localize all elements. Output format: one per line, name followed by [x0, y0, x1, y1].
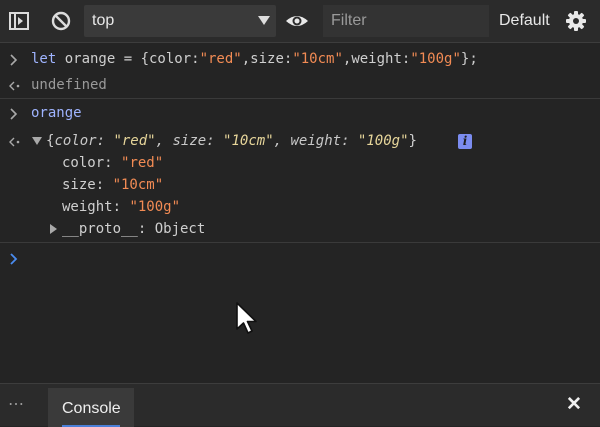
console-result-entry: {color: "red", size: "10cm", weight: "10… — [0, 129, 600, 243]
entry-divider — [0, 242, 600, 243]
tab-label: Console — [62, 400, 121, 417]
active-prompt-icon — [10, 253, 18, 265]
clear-console-icon[interactable] — [48, 8, 74, 34]
drawer-tabbar: ⋯ Console ✕ — [0, 383, 600, 427]
console-result-entry: undefined — [0, 73, 600, 99]
console-toolbar: top Default — [0, 0, 600, 43]
result-value: undefined — [31, 77, 107, 93]
mouse-cursor-icon — [236, 302, 257, 334]
console-input-entry: let orange = {color:"red",size:"10cm",we… — [0, 47, 600, 73]
input-prompt-icon — [10, 54, 18, 66]
chevron-down-icon — [258, 16, 270, 25]
info-icon[interactable]: i — [458, 134, 472, 149]
console-messages[interactable]: let orange = {color:"red",size:"10cm",we… — [0, 43, 600, 383]
filter-input[interactable] — [323, 5, 489, 37]
console-input-entry: orange — [0, 101, 600, 127]
context-selector-value: top — [92, 12, 115, 29]
input-code: let orange = {color:"red",size:"10cm",we… — [31, 51, 478, 67]
object-summary[interactable]: {color: "red", size: "10cm", weight: "10… — [46, 133, 417, 149]
gear-icon[interactable] — [563, 8, 589, 34]
more-tabs-icon[interactable]: ⋯ — [8, 394, 25, 414]
entry-divider — [0, 98, 600, 99]
object-property: size: "10cm" — [62, 177, 164, 193]
result-arrow-icon — [9, 81, 20, 91]
tab-console[interactable]: Console — [48, 388, 134, 427]
log-level-dropdown[interactable]: Default — [499, 12, 550, 30]
object-property: weight: "100g" — [62, 199, 181, 215]
input-prompt-icon — [10, 108, 18, 120]
proto-property[interactable]: __proto__: Object — [62, 221, 205, 237]
eye-icon[interactable] — [284, 8, 310, 34]
console-prompt[interactable] — [0, 247, 600, 275]
toggle-sidebar-icon[interactable] — [6, 8, 32, 34]
close-icon[interactable]: ✕ — [566, 393, 582, 416]
context-selector[interactable]: top — [84, 5, 276, 37]
result-arrow-icon — [9, 137, 20, 147]
input-code: orange — [31, 105, 82, 121]
expand-triangle-icon[interactable] — [50, 224, 57, 234]
collapse-triangle-icon[interactable] — [32, 137, 42, 145]
object-property: color: "red" — [62, 155, 164, 171]
